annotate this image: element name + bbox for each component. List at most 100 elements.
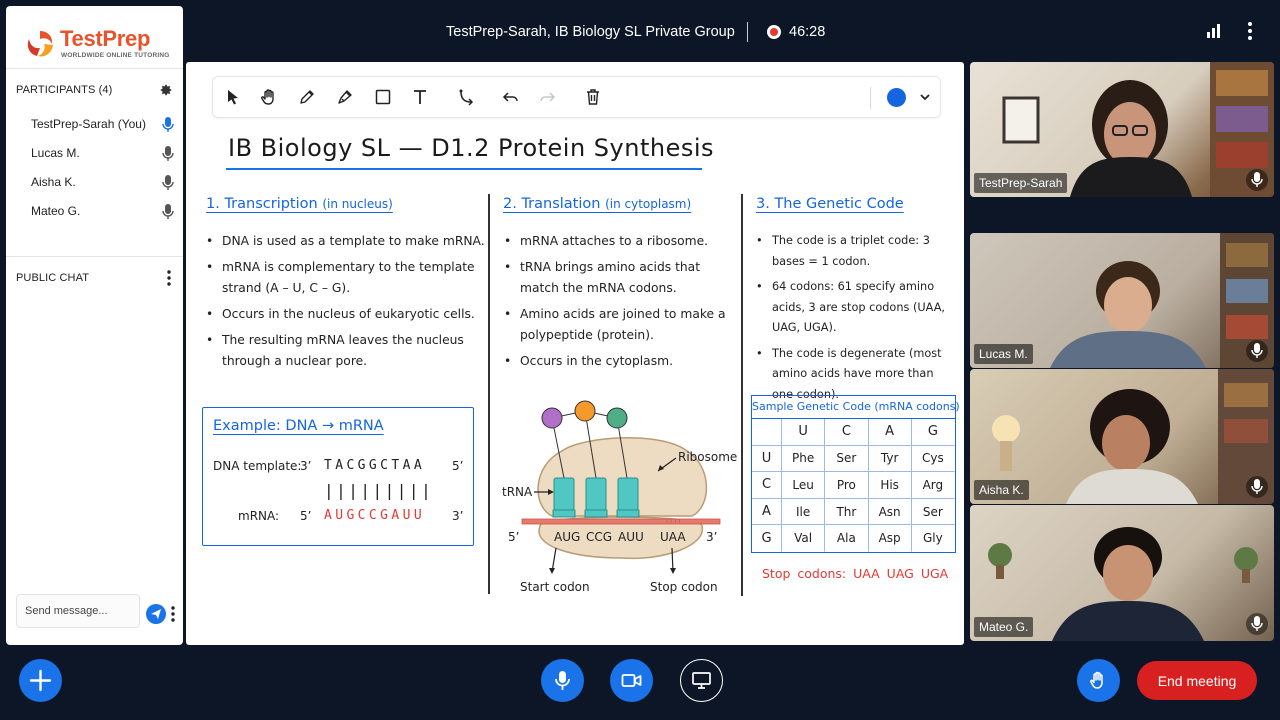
send-button[interactable] <box>146 604 166 624</box>
screen-share-icon <box>692 672 711 689</box>
record-icon <box>767 25 781 39</box>
table-cell: Phe <box>782 445 826 473</box>
genetic-code-table: U C A G U Phe Ser Tyr Cys C Leu Pro His … <box>751 418 956 553</box>
table-row-header: G <box>752 525 782 552</box>
microphone-icon[interactable] <box>1246 613 1268 635</box>
logo-tagline: WORLDWIDE ONLINE TUTORING <box>61 52 170 59</box>
stop-codons-note: Stop codons: UAA UAG UGA <box>762 566 949 581</box>
dna-end-right: 5’ <box>452 459 464 473</box>
chevron-down-icon[interactable] <box>919 91 931 103</box>
more-vertical-icon[interactable] <box>1248 22 1252 40</box>
microphone-icon[interactable] <box>1246 169 1268 191</box>
end-meeting-button[interactable]: End meeting <box>1137 661 1257 700</box>
connector-icon[interactable] <box>457 87 477 107</box>
microphone-icon[interactable] <box>162 146 174 162</box>
pencil-icon[interactable] <box>297 87 317 107</box>
raise-hand-icon <box>1090 671 1103 689</box>
microphone-button[interactable] <box>541 659 584 702</box>
bullet-item: tRNA brings amino acids that match the m… <box>504 257 736 299</box>
video-tile[interactable]: Aisha K. <box>970 369 1274 504</box>
table-row-header: C <box>752 472 782 499</box>
table-cell: Tyr <box>868 445 912 473</box>
redo-icon[interactable] <box>537 87 557 107</box>
table-cell: Asn <box>868 498 912 526</box>
chat-options-icon[interactable] <box>167 270 171 286</box>
chat-message-input[interactable] <box>17 595 139 627</box>
dna-sequence: TACGGCTAA <box>324 458 426 473</box>
video-tile-name: Mateo G. <box>974 617 1034 637</box>
participant-row[interactable]: Lucas M. <box>31 146 176 164</box>
section-heading-note: (in cytoplasm) <box>605 197 692 211</box>
chat-more-icon[interactable] <box>171 606 175 622</box>
participant-row[interactable]: Mateo G. <box>31 204 176 222</box>
participant-row[interactable]: Aisha K. <box>31 175 176 193</box>
table-cell: Ser <box>825 445 869 473</box>
signal-bars-icon[interactable] <box>1207 24 1221 38</box>
pen-color-swatch[interactable] <box>887 88 906 107</box>
table-cell: Ala <box>825 525 869 552</box>
mrna-end-left: 5’ <box>300 509 312 523</box>
table-cell: His <box>868 472 912 499</box>
table-cell: Thr <box>825 498 869 526</box>
codon-label: CCG <box>586 530 612 544</box>
stop-codon-label: Stop codon <box>650 580 718 594</box>
microphone-icon[interactable] <box>1246 476 1268 498</box>
camera-button[interactable] <box>610 659 653 702</box>
microphone-icon[interactable] <box>162 117 174 133</box>
table-corner <box>752 419 782 446</box>
dna-template-label: DNA template: <box>213 459 302 473</box>
video-tile[interactable]: TestPrep-Sarah <box>970 62 1274 197</box>
video-tile-name: TestPrep-Sarah <box>974 173 1068 193</box>
table-cell: Asp <box>869 525 912 552</box>
chat-input-wrapper <box>16 594 140 628</box>
logo-wordmark: TestPrep <box>60 26 151 51</box>
genetic-code-bullets: The code is a triplet code: 3 bases = 1 … <box>756 231 958 410</box>
genetic-code-caption: Sample Genetic Code (mRNA codons) <box>751 395 960 418</box>
topbar-divider <box>747 22 748 42</box>
trash-icon[interactable] <box>583 87 603 107</box>
table-column-header: C <box>825 419 869 446</box>
section-heading-genetic-code: 3. The Genetic Code <box>756 196 904 212</box>
table-column-header: G <box>911 419 955 446</box>
whiteboard[interactable]: IB Biology SL — D1.2 Protein Synthesis 1… <box>186 62 964 645</box>
microphone-icon[interactable] <box>1246 340 1268 362</box>
microphone-icon[interactable] <box>162 204 174 220</box>
bullet-item: DNA is used as a template to make mRNA. <box>206 231 488 252</box>
table-cell: Ile <box>782 498 826 526</box>
text-icon[interactable] <box>410 87 430 107</box>
microphone-icon[interactable] <box>162 175 174 191</box>
translation-diagram: ı ı ı ı AUG CCG AUU UAA 5’ 3’ Ribosome t… <box>502 400 737 594</box>
screen-share-button[interactable] <box>680 659 723 702</box>
raise-hand-button[interactable] <box>1077 659 1120 702</box>
video-tile[interactable]: Mateo G. <box>970 505 1274 641</box>
table-cell: Val <box>782 525 826 552</box>
codon-label: AUU <box>618 530 644 544</box>
base-pair-bars: ||||||||| <box>324 481 434 500</box>
translation-bullets: mRNA attaches to a ribosome. tRNA brings… <box>504 231 736 377</box>
participant-name: Lucas M. <box>31 146 80 160</box>
select-icon[interactable] <box>223 87 243 107</box>
codon-label: UAA <box>660 530 686 544</box>
hand-icon[interactable] <box>259 87 279 107</box>
amino-acid <box>541 407 563 429</box>
board-title: IB Biology SL — D1.2 Protein Synthesis <box>228 134 715 162</box>
video-tile[interactable]: Lucas M. <box>970 233 1274 368</box>
send-icon <box>151 609 161 619</box>
testprep-logo: TestPrep WORLDWIDE ONLINE TUTORING <box>24 24 174 66</box>
codon-label: AUG <box>554 530 580 544</box>
section-heading-note: (in nucleus) <box>322 197 393 211</box>
marker-icon[interactable] <box>335 87 355 107</box>
undo-icon[interactable] <box>501 87 521 107</box>
gear-icon[interactable] <box>159 83 173 97</box>
add-button[interactable] <box>19 659 62 702</box>
sidebar-divider <box>6 256 183 257</box>
bullet-item: 64 codons: 61 specify amino acids, 3 are… <box>756 277 958 339</box>
mrna-sequence: AUGCCGAUU <box>324 508 426 523</box>
meeting-timer: 46:28 <box>789 24 826 40</box>
table-cell: Arg <box>911 472 955 499</box>
bullet-item: mRNA attaches to a ribosome. <box>504 231 736 252</box>
mrna-strand <box>521 518 721 525</box>
example-title: Example: DNA → mRNA <box>213 418 384 434</box>
rectangle-icon[interactable] <box>373 87 393 107</box>
participant-row[interactable]: TestPrep-Sarah (You) <box>31 117 176 135</box>
